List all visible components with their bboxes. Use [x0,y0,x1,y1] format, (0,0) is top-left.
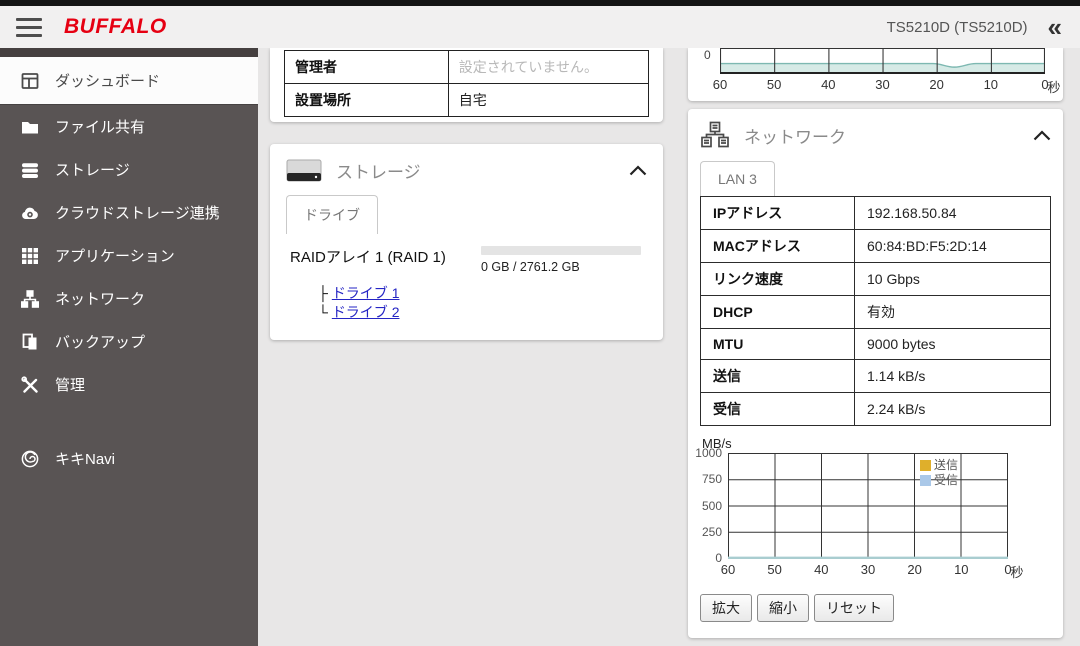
reset-button[interactable]: リセット [814,594,894,622]
network-topology-icon [701,121,729,148]
chart-unit-label: MB/s [702,436,732,451]
buffalo-logo: BUFFALO [64,15,167,38]
sidebar-item-label: 管理 [55,377,86,394]
table-row: 受信 2.24 kB/s [700,392,1051,426]
collapse-panel-icon[interactable]: « [1048,14,1062,40]
kikinavi-swirl-icon [21,450,39,467]
hamburger-menu-icon[interactable] [16,17,42,37]
sidebar-item-settings[interactable]: 管理 [0,363,258,406]
app-header: BUFFALO TS5210D (TS5210D) « [0,6,1080,48]
sidebar-item-applications[interactable]: アプリケーション [0,234,258,277]
sidebar-item-cloud-storage[interactable]: クラウドストレージ連携 [0,191,258,234]
sidebar-item-dashboard[interactable]: ダッシュボード [0,57,258,105]
content-area: 管理者 設定されていません。 設置場所 自宅 ストレージ ドライブ RAIDアレ… [258,48,1080,646]
storage-card-title: ストレージ [336,163,421,182]
sidebar-item-network[interactable]: ネットワーク [0,277,258,320]
legend-swatch-receive [919,475,931,486]
chart-legend: 送信 受信 [919,458,958,488]
network-card-title: ネットワーク [744,127,846,147]
info-row-value: 設定されていません。 [458,59,598,75]
storage-card: ストレージ ドライブ RAIDアレイ 1 (RAID 1) 0 GB / 276… [270,144,663,340]
sidebar-item-label: バックアップ [55,334,146,351]
drive-2-link[interactable]: ドライブ 2 [332,304,400,320]
legend-label: 送信 [933,458,958,472]
sidebar-top-band [0,48,258,57]
cloud-gear-icon [22,207,38,219]
raid-array-label: RAIDアレイ 1 (RAID 1) [290,249,446,266]
sidebar-item-label: ファイル共有 [55,119,146,136]
disks-icon [22,162,38,178]
zoom-in-button[interactable]: 拡大 [700,594,752,622]
table-row: リンク速度 10 Gbps [700,262,1051,296]
network-info-table: IPアドレス 192.168.50.84 MACアドレス 60:84:BD:F5:2… [700,196,1051,426]
sidebar-item-label: ネットワーク [55,291,146,308]
sidebar-item-label: アプリケーション [55,248,175,265]
storage-usage-bar [481,246,641,255]
throughput-plot-area: 送信 受信 [728,453,1008,559]
table-row: IPアドレス 192.168.50.84 [700,196,1051,230]
network-card: ネットワーク LAN 3 IPアドレス 192.168.50.84 MACアドレス… [688,109,1063,638]
list-item: └ ドライブ 2 [318,304,400,320]
info-row-label: 管理者 [284,50,449,84]
table-row: 設置場所 自宅 [284,83,650,117]
buffalo-nas-dashboard: BUFFALO TS5210D (TS5210D) « ダッシュボード ファイル… [0,0,1080,646]
mini-chart-x-axis: 60 50 40 30 20 10 0 秒 [712,77,1061,95]
drive-1-link[interactable]: ドライブ 1 [332,285,400,301]
backup-pages-icon [22,333,37,349]
storage-usage-text: 0 GB / 2761.2 GB [481,260,580,274]
info-row-label: 設置場所 [284,83,449,117]
throughput-chart: 1000 750 500 250 0 送信 受信 60 50 40 30 20 … [695,446,1024,580]
device-name: TS5210D (TS5210D) [886,18,1028,36]
folder-icon [22,121,38,133]
mini-chart-y-tick: 0 [704,48,711,62]
zoom-out-button[interactable]: 縮小 [757,594,809,622]
sidebar-item-label: ストレージ [55,162,130,179]
sidebar-item-kikinavi[interactable]: キキNavi [0,437,258,480]
x-axis-unit: 秒 [1010,565,1024,580]
sidebar-item-storage[interactable]: ストレージ [0,148,258,191]
device-info-table: 管理者 設定されていません。 設置場所 自宅 [284,50,650,117]
sidebar-item-label: キキNavi [55,451,116,468]
table-row: MACアドレス 60:84:BD:F5:2D:14 [700,229,1051,263]
sidebar-item-label: ダッシュボード [55,73,161,90]
drive-tree: ├ ドライブ 1 └ ドライブ 2 [286,284,647,322]
legend-swatch-send [919,460,931,471]
sidebar: ダッシュボード ファイル共有 ストレージ クラウドストレージ連携 アプリケーショ… [0,48,258,646]
dashboard-icon [21,72,39,89]
chevron-up-icon[interactable] [1033,129,1051,141]
sidebar-item-backup[interactable]: バックアップ [0,320,258,363]
table-row: 送信 1.14 kB/s [700,359,1051,393]
table-row: MTU 9000 bytes [700,328,1051,360]
info-row-value: 自宅 [447,83,650,117]
sidebar-item-label: クラウドストレージ連携 [55,205,220,222]
chevron-up-icon[interactable] [629,165,647,176]
list-item: ├ ドライブ 1 [318,285,400,301]
table-row: 管理者 設定されていません。 [284,50,650,84]
tab-drive[interactable]: ドライブ [286,195,378,234]
network-nodes-icon [20,289,40,308]
apps-grid-icon [22,247,38,264]
throughput-x-axis: 60 50 40 30 20 10 0 秒 [720,562,1024,580]
hdd-icon [286,159,322,182]
legend-label: 受信 [933,473,958,487]
table-row: DHCP 有効 [700,295,1051,329]
device-info-card: 管理者 設定されていません。 設置場所 自宅 [270,48,663,122]
x-axis-unit: 秒 [1047,80,1061,95]
tab-lan3[interactable]: LAN 3 [700,161,775,196]
mini-chart-plot: 0 [704,48,1045,74]
system-monitor-card: 0 60 50 40 30 20 10 0 秒 [688,48,1063,101]
tools-icon [21,375,38,393]
sidebar-item-file-sharing[interactable]: ファイル共有 [0,105,258,148]
